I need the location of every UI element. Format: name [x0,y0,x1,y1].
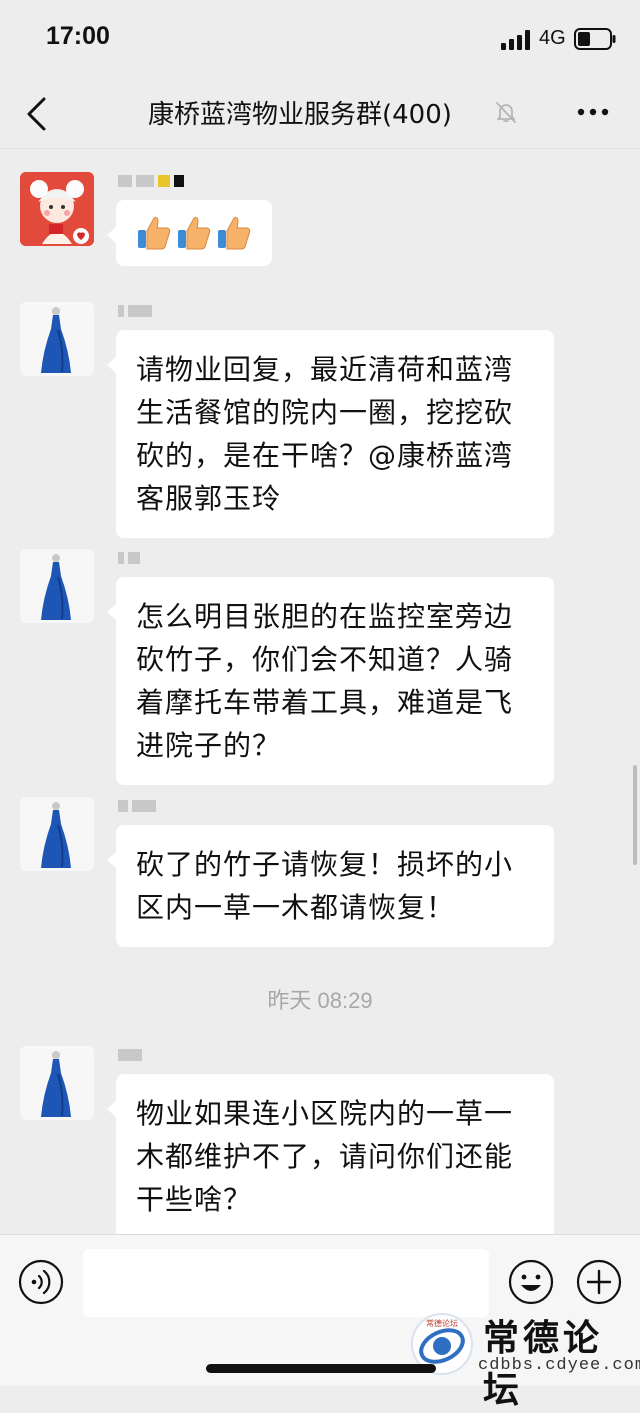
chat-title: 康桥蓝湾物业服务群(400) [148,100,452,130]
home-indicator[interactable] [206,1364,436,1373]
thumbs-up-icon [138,217,171,250]
emoji-icon[interactable] [508,1259,554,1305]
message-bubble[interactable]: 物业如果连小区院内的一草一木都维护不了，请问你们还能干些啥？ [107,1074,554,1239]
nav-bar: 康桥蓝湾物业服务群(400) [0,80,640,149]
blue-dress-avatar-icon [20,549,94,623]
status-bar: 17:00 4G [0,0,640,80]
network-type: 4G [539,27,566,49]
thumbs-up-icon [178,217,211,250]
message-bubble[interactable]: 请物业回复，最近清荷和蓝湾生活餐馆的院内一圈，挖挖砍砍的，是在干啥？@康桥蓝湾客… [107,330,554,538]
message-text: 怎么明目张胆的在监控室旁边砍竹子，你们会不知道？人骑着摩托车带着工具，难道是飞进… [136,600,514,762]
blue-dress-avatar-icon [20,1046,94,1120]
avatar[interactable] [20,549,94,623]
logo-text: 常德论坛 [426,1318,458,1328]
back-icon[interactable] [24,96,50,132]
cartoon-girl-avatar-icon [20,172,94,246]
avatar[interactable] [20,302,94,376]
thumbs-up-icon [218,217,251,250]
message-timestamp: 昨天 08:29 [267,988,373,1013]
voice-icon[interactable] [18,1259,64,1305]
signal-icon [501,30,530,50]
battery-icon [574,28,616,50]
avatar[interactable] [20,1046,94,1120]
nickname [118,1044,188,1062]
avatar[interactable] [20,797,94,871]
thumbs-up-emojis [136,214,252,252]
message-text: 物业如果连小区院内的一草一木都维护不了，请问你们还能干些啥？ [136,1097,514,1216]
nickname [118,300,188,318]
mute-bell-icon [496,102,516,123]
message-text: 请物业回复，最近清荷和蓝湾生活餐馆的院内一圈，挖挖砍砍的，是在干啥？@康桥蓝湾客… [136,353,514,515]
message-bubble[interactable] [107,200,272,266]
watermark-url: cdbbs.cdyee.com [478,1356,640,1375]
message-text: 砍了的竹子请恢复！损坏的小区内一草一木都请恢复！ [136,848,514,924]
message-bubble[interactable]: 怎么明目张胆的在监控室旁边砍竹子，你们会不知道？人骑着摩托车带着工具，难道是飞进… [107,577,554,785]
scrollbar[interactable] [633,765,637,865]
avatar[interactable] [20,172,94,246]
message-input[interactable] [83,1249,489,1317]
more-icon[interactable] [576,102,610,122]
status-time: 17:00 [46,22,110,50]
nickname [118,795,188,813]
blue-dress-avatar-icon [20,302,94,376]
nickname [118,170,188,188]
nickname [118,547,188,565]
message-bubble[interactable]: 砍了的竹子请恢复！损坏的小区内一草一木都请恢复！ [107,825,554,947]
plus-icon[interactable] [576,1259,622,1305]
blue-dress-avatar-icon [20,797,94,871]
